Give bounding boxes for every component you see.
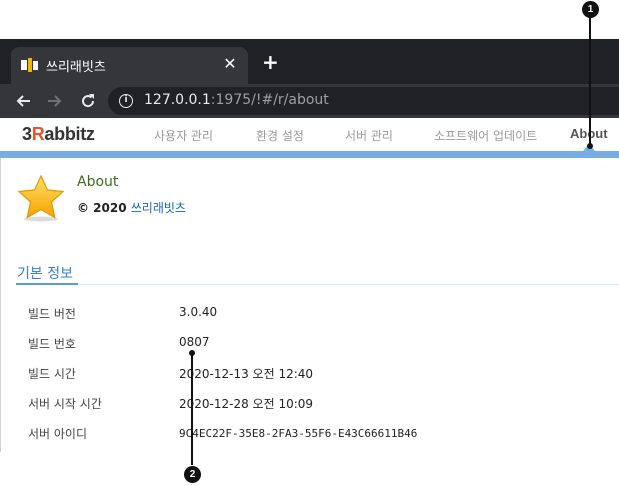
about-title: About — [77, 174, 119, 190]
callout-line-1 — [589, 17, 591, 145]
arrow-right-icon — [48, 95, 62, 107]
url-text: 127.0.0.1:1975/!#/r/about — [144, 92, 329, 108]
arrow-left-icon — [16, 95, 30, 107]
callout-badge-1: 1 — [582, 1, 599, 18]
menu-software-update[interactable]: 소프트웨어 업데이트 — [434, 127, 537, 144]
star-icon — [17, 174, 65, 222]
server-start-time-value: 2020-12-28 오전 10:09 — [179, 397, 314, 411]
section-title-underline — [16, 283, 78, 285]
copyright-text: © 2020 쓰리래빗츠 — [77, 201, 186, 215]
company-link[interactable]: 쓰리래빗츠 — [131, 201, 186, 215]
build-time-value: 2020-12-13 오전 12:40 — [179, 367, 314, 381]
content-left-border — [0, 158, 1, 452]
build-version-value: 3.0.40 — [179, 305, 218, 319]
build-time-label: 빌드 시간 — [28, 367, 76, 381]
rabbit-favicon-icon — [21, 58, 38, 72]
header-accent-bar — [0, 151, 619, 158]
info-icon[interactable]: i — [119, 94, 133, 108]
reload-button[interactable] — [76, 89, 100, 113]
basic-info-section-title: 기본 정보 — [17, 266, 73, 282]
address-bar[interactable]: i 127.0.0.1:1975/!#/r/about — [108, 87, 619, 115]
browser-toolbar: i 127.0.0.1:1975/!#/r/about — [0, 84, 619, 118]
3rabbitz-logo[interactable]: 3Rabbitz — [22, 124, 95, 145]
tab-title: 쓰리래빗츠 — [46, 60, 106, 75]
section-divider — [16, 284, 619, 285]
back-button[interactable] — [11, 89, 35, 113]
browser-tab[interactable]: 쓰리래빗츠 ✕ — [11, 47, 248, 84]
forward-button[interactable] — [43, 89, 67, 113]
browser-tab-strip: 쓰리래빗츠 ✕ + — [0, 39, 619, 84]
server-start-time-label: 서버 시작 시간 — [28, 397, 102, 411]
build-number-value: 0807 — [179, 335, 210, 349]
close-tab-icon[interactable]: ✕ — [221, 54, 239, 73]
build-number-label: 빌드 번호 — [28, 337, 76, 351]
menu-user-management[interactable]: 사용자 관리 — [154, 127, 213, 144]
callout-dot-1 — [587, 143, 593, 149]
menu-server-management[interactable]: 서버 관리 — [345, 127, 393, 144]
build-version-label: 빌드 버전 — [28, 307, 76, 321]
app-header: 3Rabbitz 사용자 관리 환경 설정 서버 관리 소프트웨어 업데이트 A… — [0, 118, 619, 151]
callout-badge-2: 2 — [184, 466, 201, 483]
callout-line-2 — [191, 353, 193, 465]
new-tab-button[interactable]: + — [262, 52, 279, 72]
reload-icon — [82, 94, 95, 108]
menu-settings[interactable]: 환경 설정 — [256, 127, 304, 144]
server-id-label: 서버 아이디 — [28, 427, 88, 441]
server-id-value: 9C4EC22F-35E8-2FA3-55F6-E43C66611B46 — [179, 427, 418, 440]
